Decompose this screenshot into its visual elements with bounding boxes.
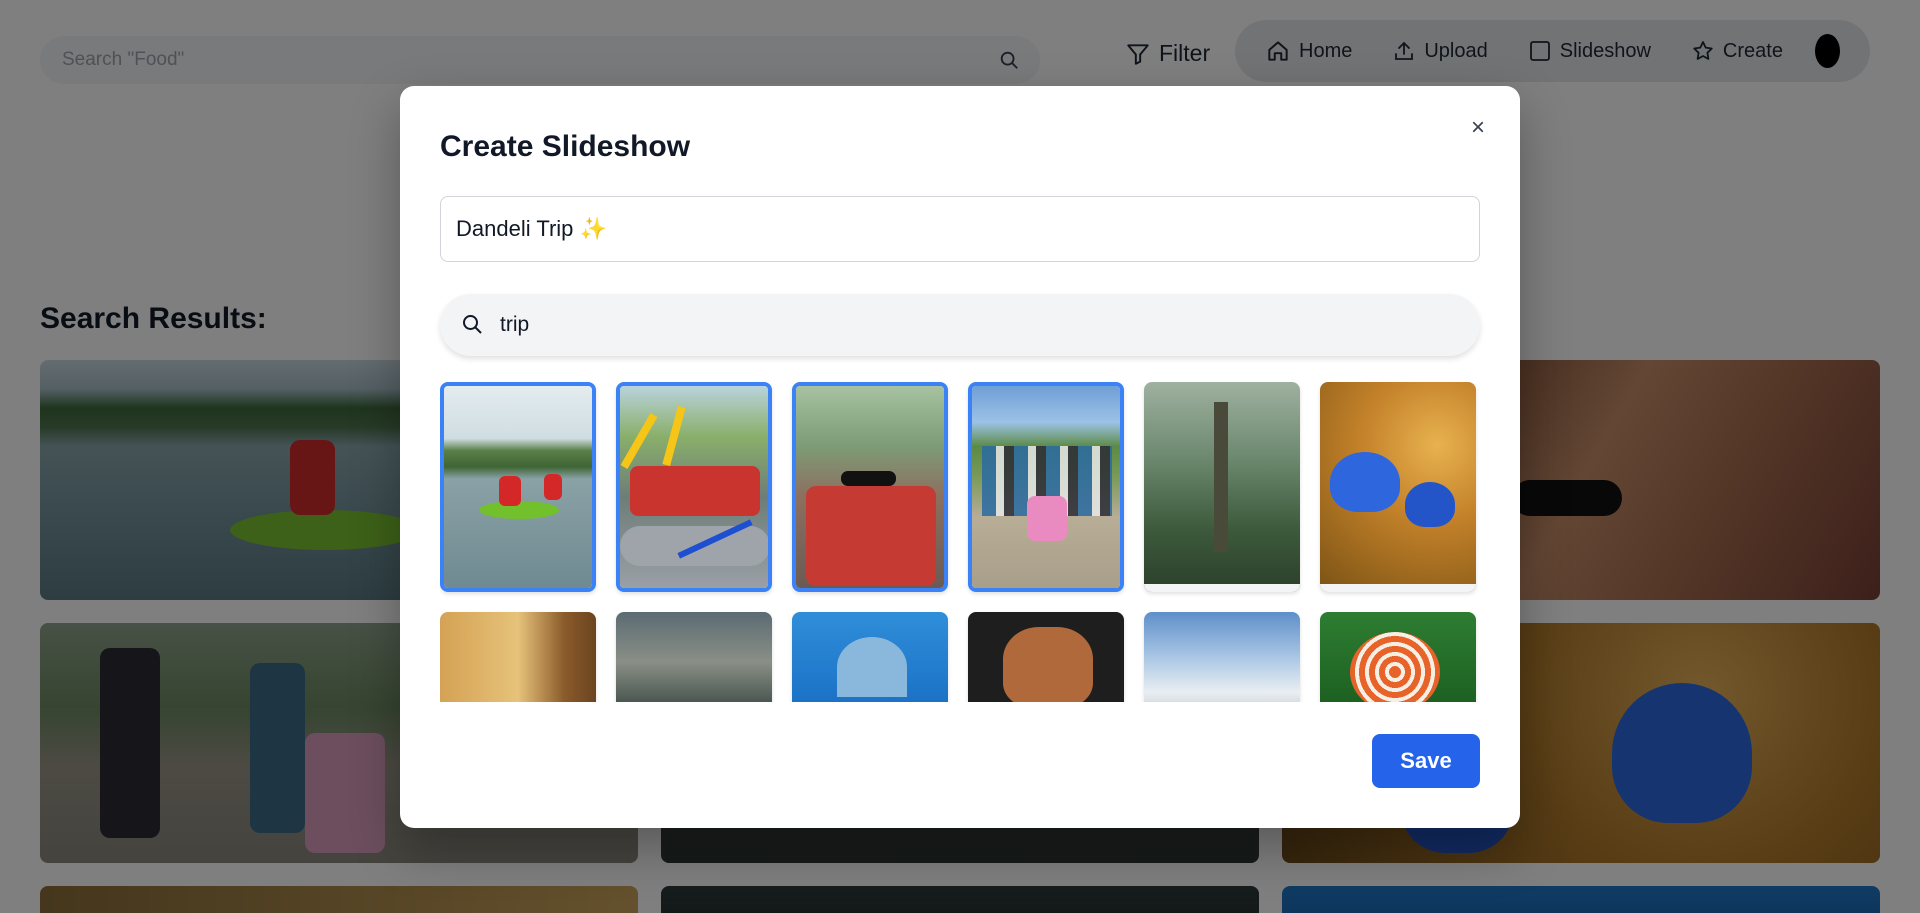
slideshow-title-input[interactable]: Dandeli Trip ✨ [440, 196, 1480, 262]
photo-thumb-forest[interactable] [1144, 382, 1300, 592]
photo-thumb-rafting[interactable] [616, 382, 772, 592]
photo-thumb-selfie[interactable] [792, 382, 948, 592]
photo-thumb-storm[interactable] [616, 612, 772, 702]
close-icon[interactable]: × [1466, 114, 1490, 141]
search-icon [463, 315, 482, 334]
photo-thumb-group[interactable] [968, 382, 1124, 592]
photo-search-value: trip [500, 313, 530, 336]
create-slideshow-modal: Create Slideshow × Dandeli Trip ✨ trip S… [400, 86, 1520, 828]
photo-search-input[interactable]: trip [440, 294, 1480, 356]
save-button[interactable]: Save [1372, 734, 1480, 788]
photo-thumb-kayak[interactable] [440, 382, 596, 592]
photo-thumb-dog[interactable] [968, 612, 1124, 702]
photo-thumb-fish[interactable] [1320, 612, 1476, 702]
photo-thumb-dolphin[interactable] [792, 612, 948, 702]
photo-thumb-wood[interactable] [440, 612, 596, 702]
photo-picker-grid [440, 382, 1480, 702]
photo-thumb-flowers[interactable] [1320, 382, 1476, 592]
modal-title: Create Slideshow [440, 130, 691, 163]
photo-thumb-sky[interactable] [1144, 612, 1300, 702]
